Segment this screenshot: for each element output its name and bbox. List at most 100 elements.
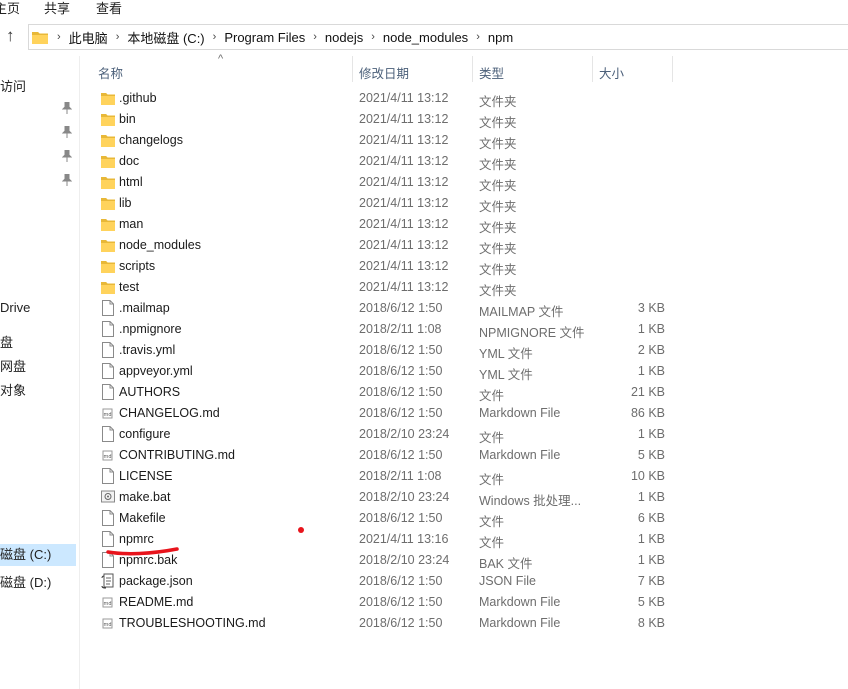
column-name[interactable]: 名称 — [98, 63, 123, 82]
file-row[interactable]: md TROUBLESHOOTING.md 2018/6/12 1:50 Markdo… — [80, 613, 680, 634]
address-bar[interactable]: › 此电脑 › 本地磁盘 (C:) › Program Files › nodejs › node… — [28, 24, 848, 50]
file-type: MAILMAP 文件 — [479, 305, 564, 319]
file-row[interactable]: node_modules 2021/4/11 13:12 文件夹 — [80, 235, 680, 256]
pin-icon[interactable] — [62, 150, 72, 162]
column-separator[interactable] — [352, 56, 353, 82]
file-date: 2021/4/11 13:12 — [359, 175, 449, 189]
file-row[interactable]: AUTHORS 2018/6/12 1:50 文件 21 KB — [80, 382, 680, 403]
file-icon — [102, 363, 114, 379]
folder-icon — [101, 282, 115, 294]
ribbon: 主页 共享 查看 — [0, 0, 848, 22]
navigation-pane: 访问 Drive 盘 网盘 对象 磁盘 (C:) 磁盘 (D:) — [0, 56, 80, 689]
file-type: 文件夹 — [479, 200, 517, 214]
file-name: CHANGELOG.md — [119, 406, 220, 420]
file-size: 1 KB — [637, 427, 665, 441]
file-name: npmrc — [119, 532, 154, 546]
nav-item-drive-d[interactable]: 磁盘 (D:) — [0, 572, 51, 591]
file-row[interactable]: changelogs 2021/4/11 13:12 文件夹 — [80, 130, 680, 151]
file-name: CONTRIBUTING.md — [119, 448, 235, 462]
file-type: YML 文件 — [479, 368, 533, 382]
file-date: 2018/6/12 1:50 — [359, 343, 443, 357]
breadcrumb-item[interactable]: npm — [488, 30, 513, 45]
file-date: 2018/2/10 23:24 — [359, 490, 450, 504]
breadcrumb-item[interactable]: Program Files — [224, 30, 305, 45]
pin-icon[interactable] — [62, 126, 72, 138]
chevron-right-icon[interactable]: › — [116, 31, 120, 43]
file-date: 2018/6/12 1:50 — [359, 364, 443, 378]
file-name: .travis.yml — [119, 343, 176, 357]
column-separator[interactable] — [592, 56, 593, 82]
file-name: changelogs — [119, 133, 183, 147]
folder-icon — [101, 198, 115, 210]
file-date: 2018/6/12 1:50 — [359, 616, 443, 630]
column-date[interactable]: 修改日期 — [359, 63, 409, 82]
file-name: bin — [119, 112, 136, 126]
file-date: 2021/4/11 13:12 — [359, 91, 449, 105]
file-date: 2018/6/12 1:50 — [359, 385, 443, 399]
file-row[interactable]: .github 2021/4/11 13:12 文件夹 — [80, 88, 680, 109]
file-row[interactable]: doc 2021/4/11 13:12 文件夹 — [80, 151, 680, 172]
file-date: 2021/4/11 13:12 — [359, 196, 449, 210]
file-date: 2021/4/11 13:12 — [359, 112, 449, 126]
file-row[interactable]: package.json 2018/6/12 1:50 JSON File 7 KB — [80, 571, 680, 592]
file-row[interactable]: .npmignore 2018/2/11 1:08 NPMIGNORE 文件 1 KB — [80, 319, 680, 340]
chevron-right-icon[interactable]: › — [213, 31, 217, 43]
file-row[interactable]: .mailmap 2018/6/12 1:50 MAILMAP 文件 3 KB — [80, 298, 680, 319]
file-type: Markdown File — [479, 616, 561, 630]
file-name: node_modules — [119, 238, 202, 252]
ribbon-tab-share[interactable]: 共享 — [44, 0, 70, 17]
file-icon — [102, 300, 114, 316]
nav-item-onedrive[interactable]: Drive — [0, 300, 30, 315]
folder-icon — [101, 135, 115, 147]
column-separator[interactable] — [672, 56, 673, 82]
file-row[interactable]: scripts 2021/4/11 13:12 文件夹 — [80, 256, 680, 277]
file-row[interactable]: test 2021/4/11 13:12 文件夹 — [80, 277, 680, 298]
file-row[interactable]: LICENSE 2018/2/11 1:08 文件 10 KB — [80, 466, 680, 487]
breadcrumb-item[interactable]: 此电脑 — [69, 28, 108, 47]
ribbon-tab-view[interactable]: 查看 — [96, 0, 122, 17]
chevron-right-icon[interactable]: › — [313, 31, 317, 43]
file-name: TROUBLESHOOTING.md — [119, 616, 266, 630]
file-row[interactable]: appveyor.yml 2018/6/12 1:50 YML 文件 1 KB — [80, 361, 680, 382]
file-row[interactable]: .travis.yml 2018/6/12 1:50 YML 文件 2 KB — [80, 340, 680, 361]
file-row[interactable]: html 2021/4/11 13:12 文件夹 — [80, 172, 680, 193]
breadcrumb-item[interactable]: node_modules — [383, 30, 468, 45]
file-row[interactable]: Makefile 2018/6/12 1:50 文件 6 KB — [80, 508, 680, 529]
pin-icon[interactable] — [62, 102, 72, 114]
nav-item-3d-objects[interactable]: 对象 — [0, 380, 26, 399]
file-name: .github — [119, 91, 157, 105]
file-row[interactable]: man 2021/4/11 13:12 文件夹 — [80, 214, 680, 235]
folder-icon — [101, 177, 115, 189]
chevron-right-icon[interactable]: › — [476, 31, 480, 43]
file-type: 文件夹 — [479, 158, 517, 172]
file-name: README.md — [119, 595, 194, 609]
column-size[interactable]: 大小 — [599, 63, 624, 82]
up-arrow-icon[interactable]: ↑ — [6, 26, 15, 46]
file-row[interactable]: md README.md 2018/6/12 1:50 Markdown File 5 … — [80, 592, 680, 613]
file-icon — [102, 342, 114, 358]
breadcrumb-item[interactable]: 本地磁盘 (C:) — [127, 28, 204, 47]
file-type: YML 文件 — [479, 347, 533, 361]
chevron-right-icon[interactable]: › — [57, 31, 61, 43]
folder-icon — [101, 240, 115, 252]
nav-item-drive-c[interactable]: 磁盘 (C:) — [0, 544, 76, 566]
file-row[interactable]: lib 2021/4/11 13:12 文件夹 — [80, 193, 680, 214]
file-row[interactable]: configure 2018/2/10 23:24 文件 1 KB — [80, 424, 680, 445]
file-type: 文件 — [479, 431, 505, 445]
file-date: 2018/6/12 1:50 — [359, 301, 443, 315]
column-type[interactable]: 类型 — [479, 63, 504, 82]
file-type: 文件 — [479, 389, 505, 403]
ribbon-tab-home[interactable]: 主页 — [0, 0, 20, 17]
breadcrumb-item[interactable]: nodejs — [325, 30, 363, 45]
column-separator[interactable] — [472, 56, 473, 82]
nav-item-network-drive[interactable]: 网盘 — [0, 356, 26, 375]
file-row[interactable]: md CONTRIBUTING.md 2018/6/12 1:50 Markdown … — [80, 445, 680, 466]
chevron-right-icon[interactable]: › — [371, 31, 375, 43]
nav-item-this-pc[interactable]: 盘 — [0, 332, 13, 351]
file-type: 文件夹 — [479, 116, 517, 130]
file-row[interactable]: bin 2021/4/11 13:12 文件夹 — [80, 109, 680, 130]
nav-item-quick-access[interactable]: 访问 — [0, 76, 26, 95]
file-row[interactable]: make.bat 2018/2/10 23:24 Windows 批处理... 1 K… — [80, 487, 680, 508]
pin-icon[interactable] — [62, 174, 72, 186]
file-row[interactable]: md CHANGELOG.md 2018/6/12 1:50 Markdown Fil… — [80, 403, 680, 424]
